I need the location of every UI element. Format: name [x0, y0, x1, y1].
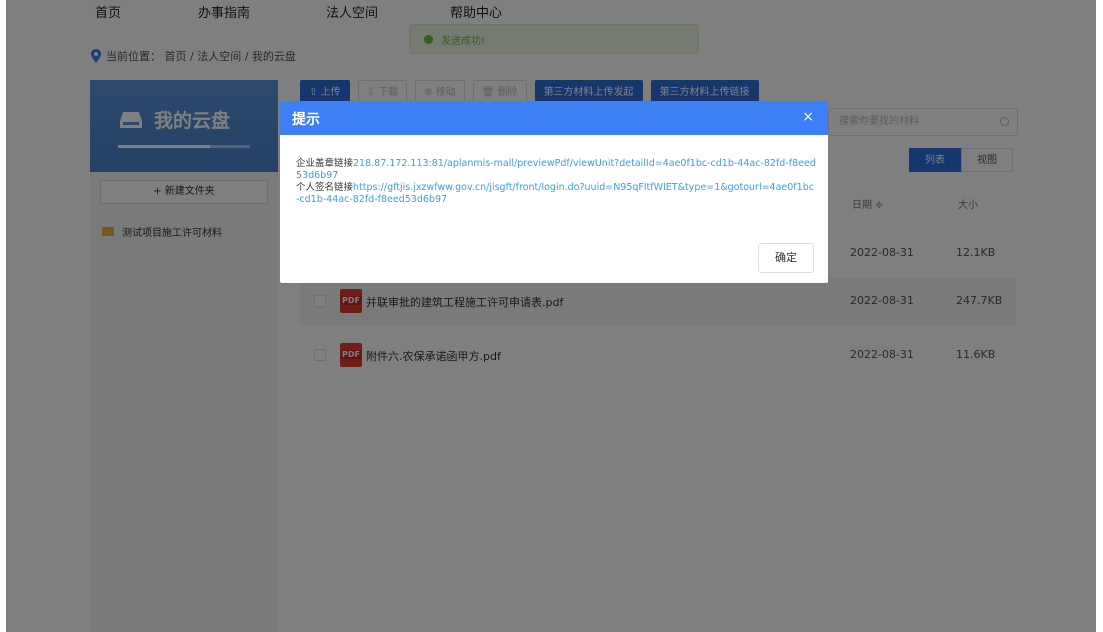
- confirm-button[interactable]: 确定: [758, 243, 814, 273]
- close-icon[interactable]: ×: [802, 110, 814, 124]
- left-margin: [0, 0, 6, 632]
- dialog-header: 提示 ×: [280, 101, 828, 135]
- dialog-body: 企业盖章链接218.87.172.113:81/aplanmis-mall/pr…: [296, 158, 816, 206]
- dialog-title: 提示: [292, 112, 320, 128]
- modal-overlay[interactable]: [0, 0, 1103, 632]
- sign-link-label: 个人签名链接: [296, 182, 354, 193]
- seal-link[interactable]: 218.87.172.113:81/aplanmis-mall/previewP…: [296, 158, 816, 181]
- prompt-dialog: 提示 × 企业盖章链接218.87.172.113:81/aplanmis-ma…: [280, 101, 828, 283]
- right-margin: [1096, 0, 1103, 632]
- seal-link-label: 企业盖章链接: [296, 158, 354, 169]
- sign-link[interactable]: https://gftjis.jxzwfww.gov.cn/jisgft/fro…: [296, 182, 814, 205]
